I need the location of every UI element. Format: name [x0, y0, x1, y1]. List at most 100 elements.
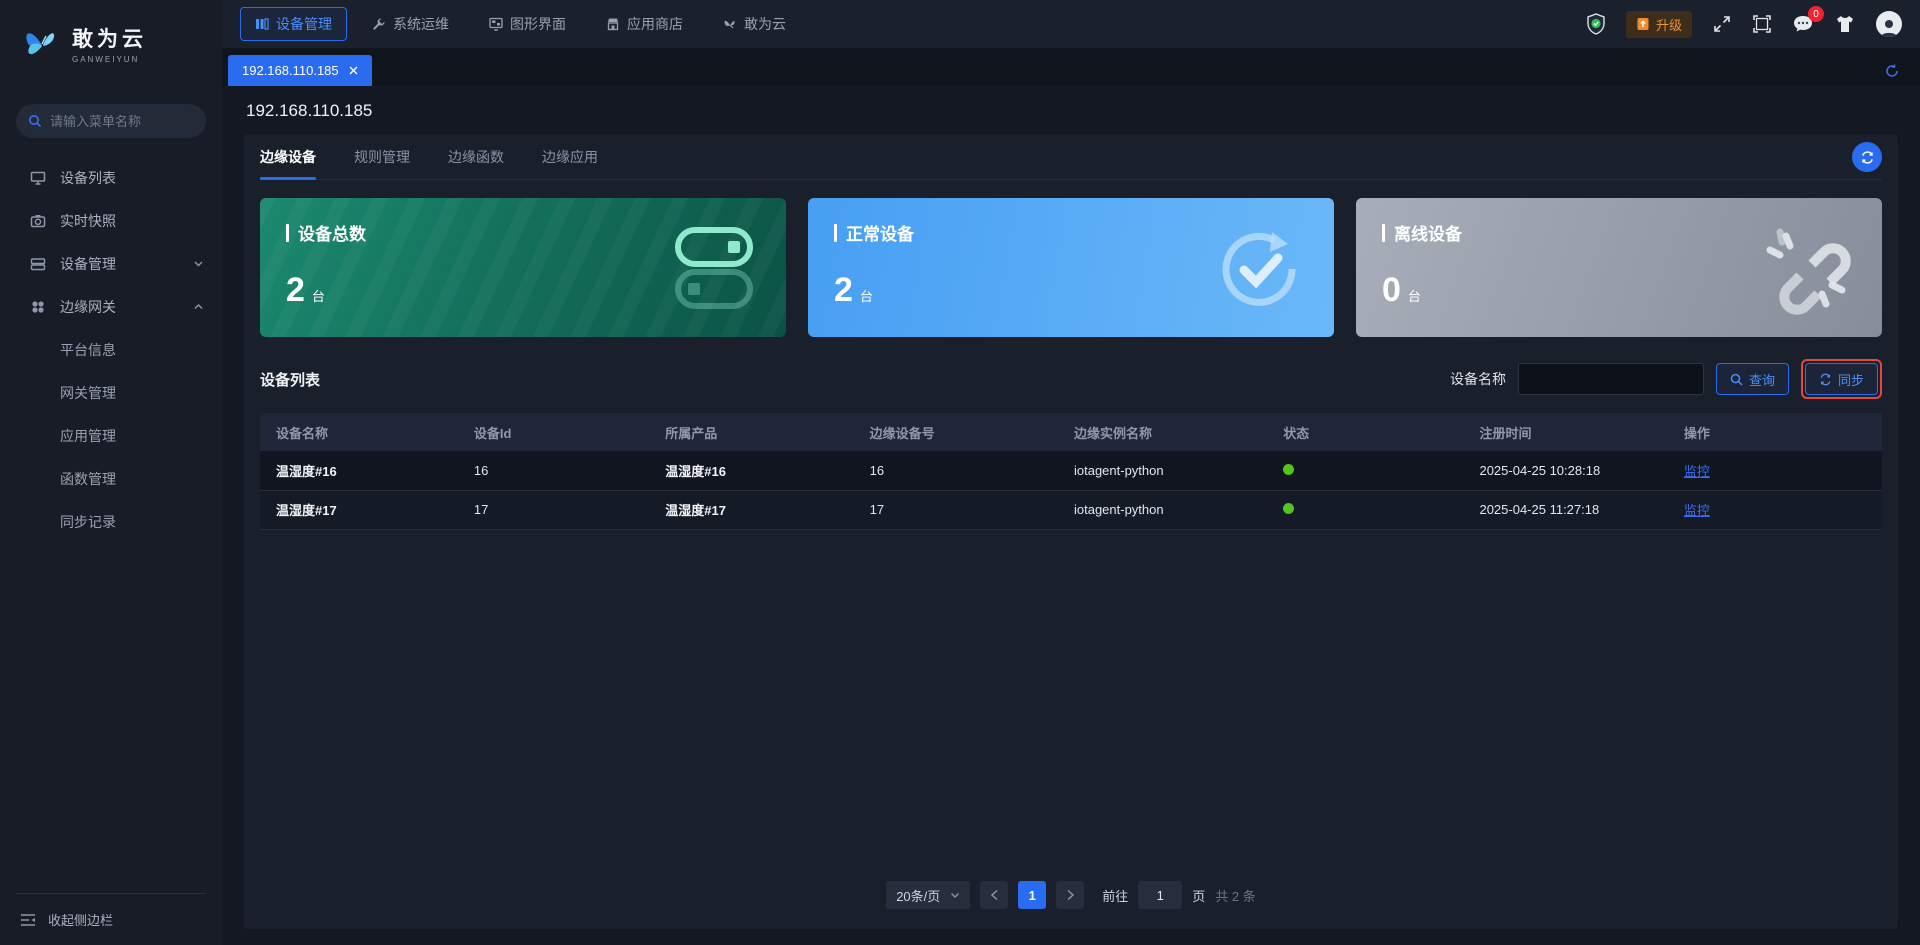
col-product: 所属产品 [649, 413, 854, 451]
upgrade-button[interactable]: 升级 [1625, 10, 1692, 38]
device-name-input[interactable] [1517, 363, 1704, 395]
frame-capture-icon[interactable] [1752, 14, 1772, 34]
page-title: 192.168.110.185 [246, 101, 373, 120]
tab-edge-devices[interactable]: 边缘设备 [260, 134, 316, 180]
sidebar-item-label: 边缘网关 [60, 298, 116, 315]
monitor-link[interactable]: 监控 [1684, 464, 1710, 479]
query-button[interactable]: 查询 [1715, 363, 1789, 395]
sidebar-subitem-gateway-mgmt[interactable]: 网关管理 [0, 371, 222, 414]
camera-icon [30, 213, 46, 229]
message-count-badge: 0 [1808, 6, 1824, 22]
brand-name: 敢为云 [72, 27, 147, 51]
app-root: 敢为云 GANWEIYUN 设备列表 实时快照 [0, 0, 1920, 945]
menu-search[interactable] [16, 104, 206, 138]
user-avatar[interactable] [1876, 11, 1902, 37]
open-tabs-bar: 192.168.110.185 [222, 48, 1920, 86]
collapse-sidebar-button[interactable]: 收起侧边栏 [16, 893, 206, 945]
gift-shirt-icon[interactable] [1834, 14, 1856, 34]
brand-subname: GANWEIYUN [72, 54, 140, 64]
page-unit-label: 页 [1192, 888, 1206, 904]
device-name-label: 设备名称 [1449, 371, 1506, 387]
goto-page-input[interactable] [1138, 881, 1183, 909]
messages-icon[interactable]: 0 [1792, 6, 1824, 34]
sidebar-item-snapshot[interactable]: 实时快照 [0, 199, 222, 242]
tabs-refresh-icon[interactable] [1884, 63, 1900, 79]
page-size-select[interactable]: 20条/页 [886, 881, 971, 909]
sidebar-item-device-list[interactable]: 设备列表 [0, 156, 222, 199]
col-actions: 操作 [1667, 413, 1882, 451]
monitor-icon [30, 170, 46, 186]
topnav-app-store[interactable]: 应用商店 [591, 7, 698, 41]
tab-close-icon[interactable] [349, 66, 358, 75]
sidebar-item-label: 设备管理 [60, 255, 116, 272]
topnav-ganweiyun[interactable]: 敢为云 [708, 7, 801, 41]
stat-card-total-devices: 设备总数 2台 [260, 198, 786, 337]
wrench-icon [372, 17, 386, 31]
butterfly-icon [723, 17, 737, 31]
chevron-down-icon [193, 258, 204, 269]
sidebar: 敢为云 GANWEIYUN 设备列表 实时快照 [0, 0, 222, 945]
server-stack-icon [30, 256, 46, 272]
section-title: 设备列表 [260, 371, 321, 389]
tab-192-168-110-185[interactable]: 192.168.110.185 [228, 55, 372, 86]
collapse-sidebar-icon [20, 913, 36, 927]
col-register-time: 注册时间 [1463, 413, 1668, 451]
device-panel: 边缘设备 规则管理 边缘函数 边缘应用 设备总数 2台 正常设备 2 台 离线设… [244, 134, 1898, 929]
sidebar-item-device-mgmt[interactable]: 设备管理 [0, 242, 222, 285]
sync-check-icon [1214, 224, 1304, 314]
tab-rule-management[interactable]: 规则管理 [354, 134, 410, 179]
brand-logo: 敢为云 GANWEIYUN [0, 0, 222, 86]
collapse-sidebar-label: 收起侧边栏 [48, 913, 114, 928]
monitor-link[interactable]: 监控 [1684, 503, 1710, 518]
sidebar-item-edge-gateway[interactable]: 边缘网关 [0, 285, 222, 328]
device-table: 设备名称 设备Id 所属产品 边缘设备号 边缘实例名称 状态 注册时间 操作 温 [260, 413, 1882, 530]
butterfly-logo-icon [22, 23, 62, 63]
prev-page-button[interactable] [980, 881, 1009, 909]
col-device-id: 设备Id [457, 413, 650, 451]
screen-icon [489, 17, 503, 31]
stat-card-offline-devices: 离线设备 0台 [1356, 198, 1882, 337]
table-row[interactable]: 温湿度#17 17 温湿度#17 17 iotagent-python 2025… [260, 490, 1882, 530]
col-device-name: 设备名称 [260, 413, 458, 451]
menu-search-input[interactable] [50, 113, 190, 129]
table-header-row: 设备名称 设备Id 所属产品 边缘设备号 边缘实例名称 状态 注册时间 操作 [260, 413, 1882, 451]
sync-icon [1819, 373, 1832, 386]
panel-refresh-button[interactable] [1852, 142, 1882, 172]
stat-value: 2 [286, 271, 305, 309]
store-icon [606, 17, 620, 31]
table-row[interactable]: 温湿度#16 16 温湿度#16 16 iotagent-python 2025… [260, 451, 1882, 491]
topnav-system-ops[interactable]: 系统运维 [357, 7, 464, 41]
chevron-down-icon [950, 890, 960, 900]
pagination: 20条/页 1 前往 页 共 2 条 [260, 865, 1882, 917]
filter-area: 设备名称 查询 同步 [1450, 359, 1882, 399]
sidebar-subitem-platform-info[interactable]: 平台信息 [0, 328, 222, 371]
status-online-dot [1283, 503, 1295, 514]
col-status: 状态 [1267, 413, 1464, 451]
page-number-button[interactable]: 1 [1018, 881, 1047, 909]
chevron-up-icon [193, 301, 204, 312]
topnav-device-management[interactable]: 设备管理 [240, 7, 347, 41]
topbar-actions: 升级 0 [1586, 6, 1902, 38]
main-content: 192.168.110.185 边缘设备 规则管理 边缘函数 边缘应用 设备总数… [222, 86, 1920, 945]
stat-card-normal-devices: 正常设备 2台 [808, 198, 1334, 337]
device-list-header: 设备列表 设备名称 查询 同步 [260, 359, 1882, 399]
stat-value: 2 [834, 271, 853, 309]
sidebar-item-label: 实时快照 [60, 212, 116, 229]
sidebar-subitem-function-mgmt[interactable]: 函数管理 [0, 457, 222, 500]
next-page-button[interactable] [1056, 881, 1085, 909]
grid-icon [30, 299, 46, 315]
topnav-graphic-ui[interactable]: 图形界面 [474, 7, 581, 41]
total-count-label: 共 2 条 [1215, 888, 1256, 904]
sidebar-item-label: 设备列表 [60, 169, 116, 186]
sidebar-subitem-sync-records[interactable]: 同步记录 [0, 500, 222, 543]
goto-label: 前往 [1102, 888, 1129, 904]
security-shield-icon[interactable] [1586, 13, 1606, 35]
sync-button[interactable]: 同步 [1804, 363, 1878, 395]
broken-link-icon [1760, 224, 1852, 316]
tab-edge-apps[interactable]: 边缘应用 [542, 134, 598, 179]
col-edge-device-no: 边缘设备号 [853, 413, 1058, 451]
col-edge-instance: 边缘实例名称 [1057, 413, 1268, 451]
fullscreen-expand-icon[interactable] [1712, 14, 1732, 34]
tab-edge-functions[interactable]: 边缘函数 [448, 134, 504, 179]
sidebar-subitem-app-mgmt[interactable]: 应用管理 [0, 414, 222, 457]
